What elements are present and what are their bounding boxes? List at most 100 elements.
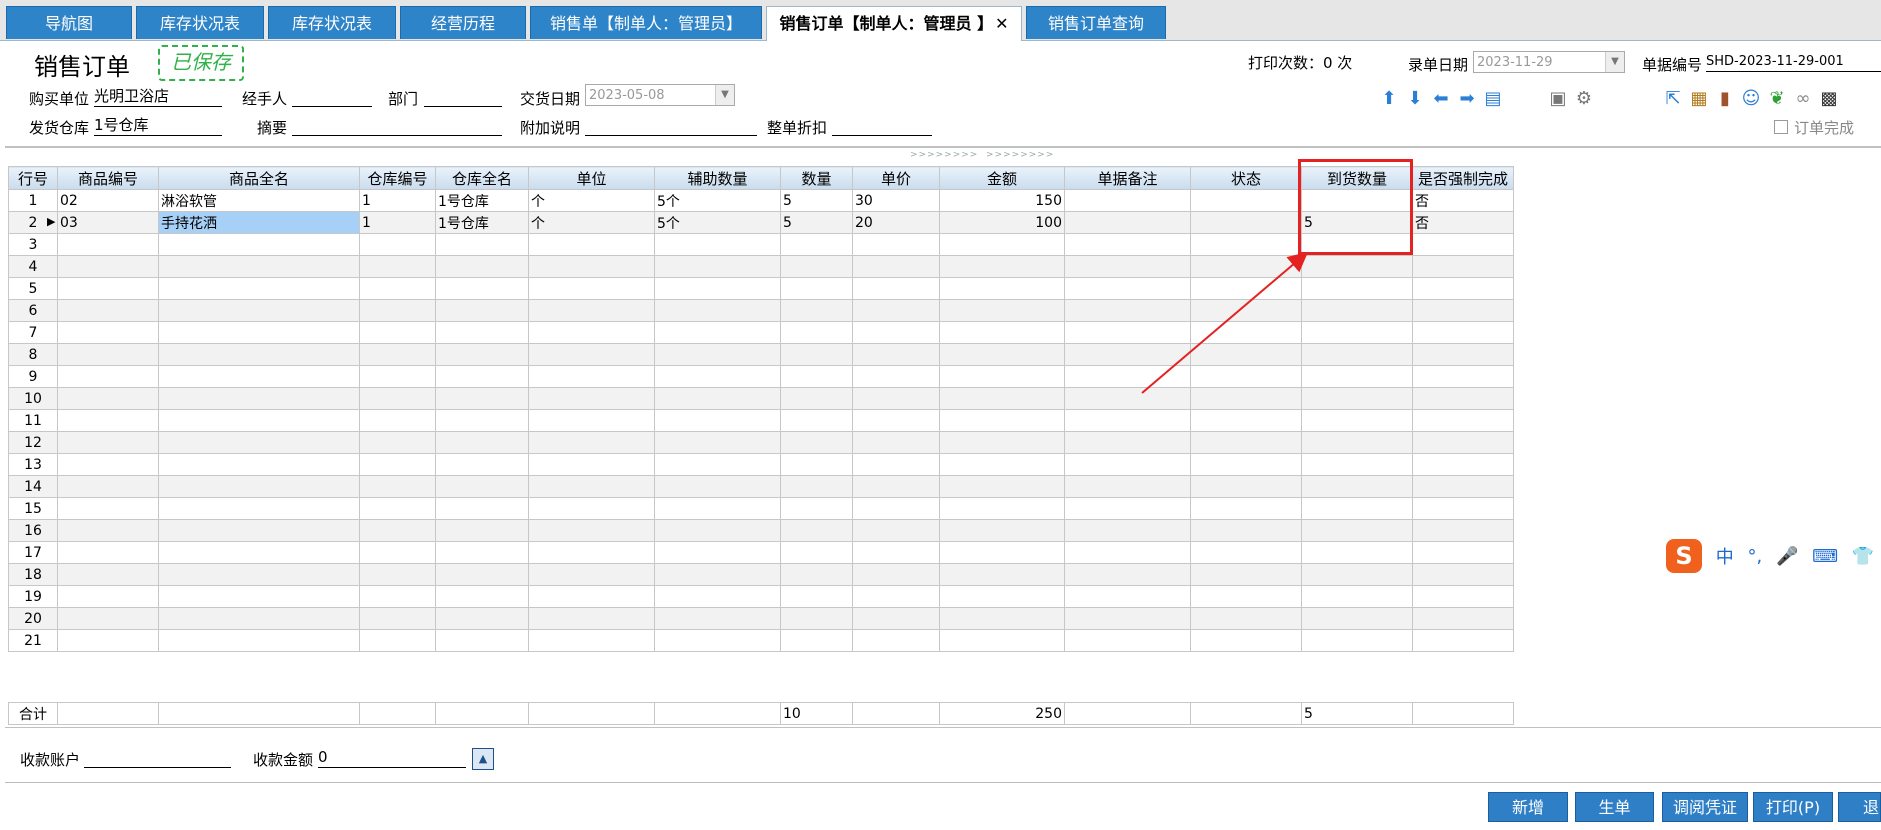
tab-sales-slip[interactable]: 销售单【制单人：管理员】 (530, 6, 762, 39)
ime-punctuation[interactable]: °, (1747, 546, 1762, 567)
table-cell[interactable] (852, 277, 940, 300)
new-button[interactable]: 新增 (1488, 792, 1568, 822)
dept-field[interactable] (424, 87, 502, 107)
table-cell[interactable] (1412, 277, 1514, 300)
table-cell[interactable] (939, 607, 1065, 630)
table-cell[interactable] (158, 585, 360, 608)
table-cell[interactable] (939, 497, 1065, 520)
table-cell[interactable] (359, 409, 436, 432)
table-cell[interactable] (528, 629, 655, 652)
tab-inventory-status-2[interactable]: 库存状况表 (268, 6, 396, 39)
table-cell[interactable] (654, 497, 781, 520)
table-cell[interactable] (1301, 497, 1413, 520)
table-cell[interactable] (1301, 299, 1413, 322)
table-cell[interactable] (435, 277, 529, 300)
table-row[interactable]: 15 (8, 497, 1514, 520)
table-cell[interactable] (435, 563, 529, 586)
table-cell[interactable] (57, 387, 159, 410)
close-icon[interactable]: ✕ (995, 14, 1008, 33)
table-cell[interactable] (359, 365, 436, 388)
table-cell[interactable] (939, 233, 1065, 256)
table-cell[interactable] (528, 431, 655, 454)
table-cell[interactable] (528, 607, 655, 630)
table-cell[interactable] (1412, 497, 1514, 520)
table-cell[interactable] (780, 277, 853, 300)
table-cell[interactable] (1301, 255, 1413, 278)
table-cell[interactable] (852, 321, 940, 344)
door-icon[interactable]: ▮ (1712, 88, 1738, 109)
table-cell[interactable] (1412, 343, 1514, 366)
table-cell[interactable] (939, 387, 1065, 410)
table-cell[interactable] (780, 365, 853, 388)
order-complete-checkbox[interactable]: 订单完成 (1774, 117, 1854, 138)
table-cell[interactable] (654, 475, 781, 498)
table-cell[interactable] (1190, 607, 1302, 630)
table-cell[interactable] (1190, 585, 1302, 608)
table-cell[interactable] (654, 585, 781, 608)
doc-no-field[interactable]: SHD-2023-11-29-001 (1706, 52, 1881, 72)
ime-chinese-mode[interactable]: 中 (1716, 547, 1734, 568)
table-cell[interactable] (654, 607, 781, 630)
table-cell[interactable] (528, 255, 655, 278)
table-cell[interactable] (359, 519, 436, 542)
table-cell[interactable] (1412, 299, 1514, 322)
table-cell[interactable]: 1 (359, 211, 436, 234)
amount-field[interactable]: 0 (318, 748, 466, 768)
column-header[interactable]: 行号 (8, 166, 58, 190)
table-cell[interactable] (1412, 563, 1514, 586)
table-cell[interactable] (528, 233, 655, 256)
table-cell[interactable] (1064, 497, 1191, 520)
handler-field[interactable] (292, 87, 372, 107)
table-cell[interactable] (158, 365, 360, 388)
table-cell[interactable] (435, 343, 529, 366)
table-cell[interactable] (1301, 365, 1413, 388)
table-cell[interactable] (1064, 365, 1191, 388)
table-cell[interactable] (435, 629, 529, 652)
table-cell[interactable] (852, 387, 940, 410)
table-cell[interactable]: 1 (359, 189, 436, 212)
table-cell[interactable] (654, 255, 781, 278)
table-cell[interactable] (1190, 431, 1302, 454)
table-cell[interactable] (852, 255, 940, 278)
table-cell[interactable] (1301, 629, 1413, 652)
table-cell[interactable]: 5 (780, 189, 853, 212)
column-header[interactable]: 商品编号 (57, 166, 159, 190)
table-cell[interactable]: 5 (780, 211, 853, 234)
table-cell[interactable] (1412, 321, 1514, 344)
table-cell[interactable] (780, 607, 853, 630)
table-cell[interactable] (435, 365, 529, 388)
table-row[interactable]: 1 02 淋浴软管 1 1号仓库个 5个 5 30 150 否 (8, 189, 1514, 212)
table-cell[interactable] (1190, 211, 1302, 234)
column-header[interactable]: 辅助数量 (654, 166, 781, 190)
table-row[interactable]: 5 (8, 277, 1514, 300)
table-cell[interactable] (1412, 519, 1514, 542)
table-cell[interactable] (158, 497, 360, 520)
splitter-handle[interactable]: >>>>>>>> >>>>>>>> (910, 150, 1054, 160)
table-row[interactable]: 8 (8, 343, 1514, 366)
column-header[interactable]: 单价 (852, 166, 940, 190)
table-cell[interactable] (1301, 563, 1413, 586)
microphone-icon[interactable]: 🎤 (1776, 546, 1798, 567)
table-row[interactable]: 16 (8, 519, 1514, 542)
table-row[interactable]: 13 (8, 453, 1514, 476)
table-cell[interactable] (780, 563, 853, 586)
table-cell[interactable] (57, 497, 159, 520)
table-cell[interactable] (1412, 607, 1514, 630)
table-cell[interactable] (939, 541, 1065, 564)
table-cell[interactable] (1064, 431, 1191, 454)
account-field[interactable] (84, 748, 231, 768)
table-cell[interactable]: 30 (852, 189, 940, 212)
summary-field[interactable] (292, 116, 502, 136)
column-header[interactable]: 仓库编号 (359, 166, 436, 190)
table-cell[interactable] (939, 629, 1065, 652)
table-cell[interactable] (1412, 629, 1514, 652)
table-cell[interactable] (435, 233, 529, 256)
table-cell[interactable] (939, 431, 1065, 454)
exit-button[interactable]: 退出 (1838, 792, 1881, 822)
table-cell[interactable] (1064, 277, 1191, 300)
table-cell[interactable] (1412, 541, 1514, 564)
table-row[interactable]: 11 (8, 409, 1514, 432)
table-cell[interactable] (158, 299, 360, 322)
table-cell[interactable] (1190, 233, 1302, 256)
table-cell[interactable] (939, 343, 1065, 366)
